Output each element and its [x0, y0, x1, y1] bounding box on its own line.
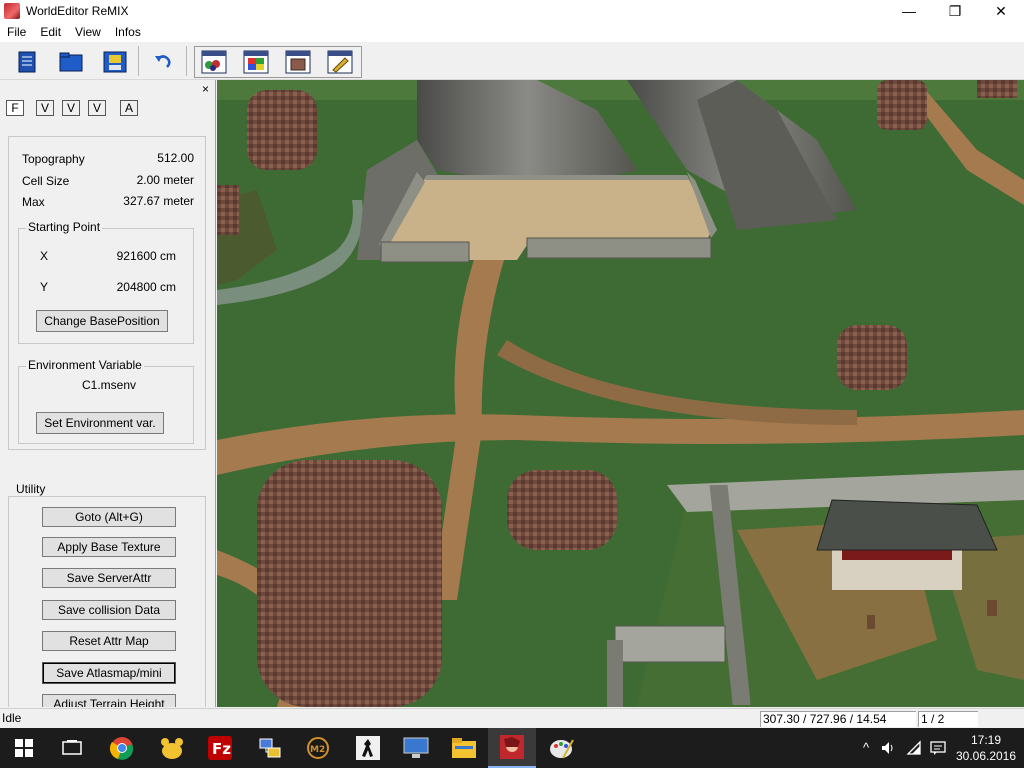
cellsize-value: 2.00 meter — [136, 173, 194, 187]
toolbar-separator — [138, 46, 139, 76]
tab-f[interactable]: F — [6, 100, 24, 116]
status-page: 1 / 2 — [918, 711, 978, 727]
menu-file[interactable]: File — [0, 25, 33, 39]
new-document-icon — [18, 51, 36, 73]
open-folder-icon — [59, 52, 83, 72]
tray-chevron-up-icon[interactable]: ^ — [858, 740, 874, 756]
taskbar-file-explorer[interactable] — [440, 728, 488, 768]
task-view-button[interactable] — [48, 728, 96, 768]
save-disk-icon — [103, 51, 127, 73]
3d-viewport[interactable] — [217, 80, 1024, 707]
texture-tool-icon — [243, 50, 269, 74]
y-label: Y — [40, 280, 49, 294]
apply-base-texture-button[interactable]: Apply Base Texture — [42, 537, 176, 557]
tab-a[interactable]: A — [120, 100, 138, 116]
starting-point-legend: Starting Point — [26, 220, 103, 234]
clock-time[interactable]: 17:19 — [960, 733, 1012, 747]
taskbar-game-launcher[interactable]: M2 — [294, 728, 342, 768]
utility-legend: Utility — [14, 482, 48, 496]
taskbar-counter-strike[interactable] — [344, 728, 392, 768]
save-collision-data-button[interactable]: Save collision Data — [42, 600, 176, 620]
save-atlasmap-button[interactable]: Save Atlasmap/mini — [42, 662, 176, 684]
window-title: WorldEditor ReMIX — [26, 4, 129, 18]
tab-v2[interactable]: V — [62, 100, 80, 116]
network-app-icon — [259, 738, 281, 758]
topography-label: Topography — [22, 152, 85, 166]
status-coordinates: 307.30 / 727.96 / 14.54 — [760, 711, 916, 727]
y-value: 204800 cm — [116, 280, 176, 294]
wifi-icon[interactable] — [906, 740, 922, 756]
status-state: Idle — [2, 711, 22, 725]
menu-bar: File Edit View Infos — [0, 22, 1024, 42]
maximize-button[interactable]: ❐ — [932, 0, 978, 22]
taskbar: Fz M2 ^ 17:19 30.06.2016 — [0, 728, 1024, 768]
filezilla-icon: Fz — [208, 736, 232, 760]
properties-panel: × F V V V A Topography 512.00 Cell Size … — [0, 80, 216, 707]
start-windows-icon — [15, 739, 33, 757]
taskbar-remote-desktop[interactable] — [392, 728, 440, 768]
paw-app-icon — [161, 738, 183, 759]
chrome-icon — [110, 737, 134, 760]
start-button[interactable] — [0, 728, 48, 768]
clock-date[interactable]: 30.06.2016 — [954, 749, 1018, 763]
svg-text:Fz: Fz — [212, 740, 231, 758]
menu-edit[interactable]: Edit — [33, 25, 68, 39]
save-serverattr-button[interactable]: Save ServerAttr — [42, 568, 176, 588]
save-button[interactable] — [100, 48, 130, 76]
status-bar: Idle 307.30 / 727.96 / 14.54 1 / 2 — [0, 708, 1024, 728]
adjust-terrain-height-button[interactable]: Adjust Terrain Height — [42, 694, 176, 707]
cellsize-label: Cell Size — [22, 174, 70, 188]
taskbar-paint[interactable] — [538, 728, 586, 768]
brush-tool-button[interactable] — [325, 48, 355, 76]
max-label: Max — [22, 195, 45, 209]
terrain-tool-icon — [201, 50, 227, 74]
volume-icon[interactable] — [880, 740, 896, 756]
object-tool-button[interactable] — [283, 48, 313, 76]
texture-tool-button[interactable] — [241, 48, 271, 76]
tab-v3[interactable]: V — [88, 100, 106, 116]
title-bar: WorldEditor ReMIX — ❐ ✕ — [0, 0, 1024, 22]
topography-value: 512.00 — [157, 151, 194, 165]
paint-icon — [550, 739, 574, 759]
new-document-button[interactable] — [12, 48, 42, 76]
menu-infos[interactable]: Infos — [108, 25, 148, 39]
open-button[interactable] — [56, 48, 86, 76]
counter-strike-icon — [356, 736, 380, 760]
change-baseposition-button[interactable]: Change BasePosition — [36, 310, 168, 332]
set-environment-button[interactable]: Set Environment var. — [36, 412, 164, 434]
brush-tool-icon — [327, 50, 353, 74]
taskbar-network-app[interactable] — [246, 728, 294, 768]
taskbar-chrome[interactable] — [98, 728, 146, 768]
taskbar-filezilla[interactable]: Fz — [196, 728, 244, 768]
environment-legend: Environment Variable — [26, 358, 144, 372]
object-tool-icon — [285, 50, 311, 74]
toolbar — [0, 42, 1024, 80]
toolbar-separator — [186, 46, 187, 76]
undo-icon — [155, 55, 171, 68]
taskbar-paw-app[interactable] — [148, 728, 196, 768]
taskbar-worldeditor[interactable] — [488, 728, 536, 768]
tab-v1[interactable]: V — [36, 100, 54, 116]
worldeditor-icon — [500, 735, 524, 759]
remote-desktop-icon — [403, 737, 429, 758]
x-label: X — [40, 249, 49, 263]
menu-view[interactable]: View — [68, 25, 108, 39]
close-button[interactable]: ✕ — [978, 0, 1024, 22]
panel-close-button[interactable]: × — [202, 82, 209, 96]
notifications-icon[interactable] — [930, 740, 946, 756]
svg-text:M2: M2 — [310, 745, 325, 755]
terrain-scene — [217, 80, 1024, 707]
file-explorer-icon — [452, 738, 476, 758]
max-value: 327.67 meter — [123, 194, 194, 208]
terrain-tool-button[interactable] — [199, 48, 229, 76]
app-icon — [4, 3, 20, 19]
game-launcher-icon: M2 — [307, 737, 329, 759]
reset-attr-map-button[interactable]: Reset Attr Map — [42, 631, 176, 651]
goto-button[interactable]: Goto (Alt+G) — [42, 507, 176, 527]
task-view-icon — [62, 740, 82, 755]
environment-value: C1.msenv — [82, 378, 137, 392]
undo-button[interactable] — [148, 48, 178, 76]
x-value: 921600 cm — [116, 249, 176, 263]
minimize-button[interactable]: — — [886, 0, 932, 22]
